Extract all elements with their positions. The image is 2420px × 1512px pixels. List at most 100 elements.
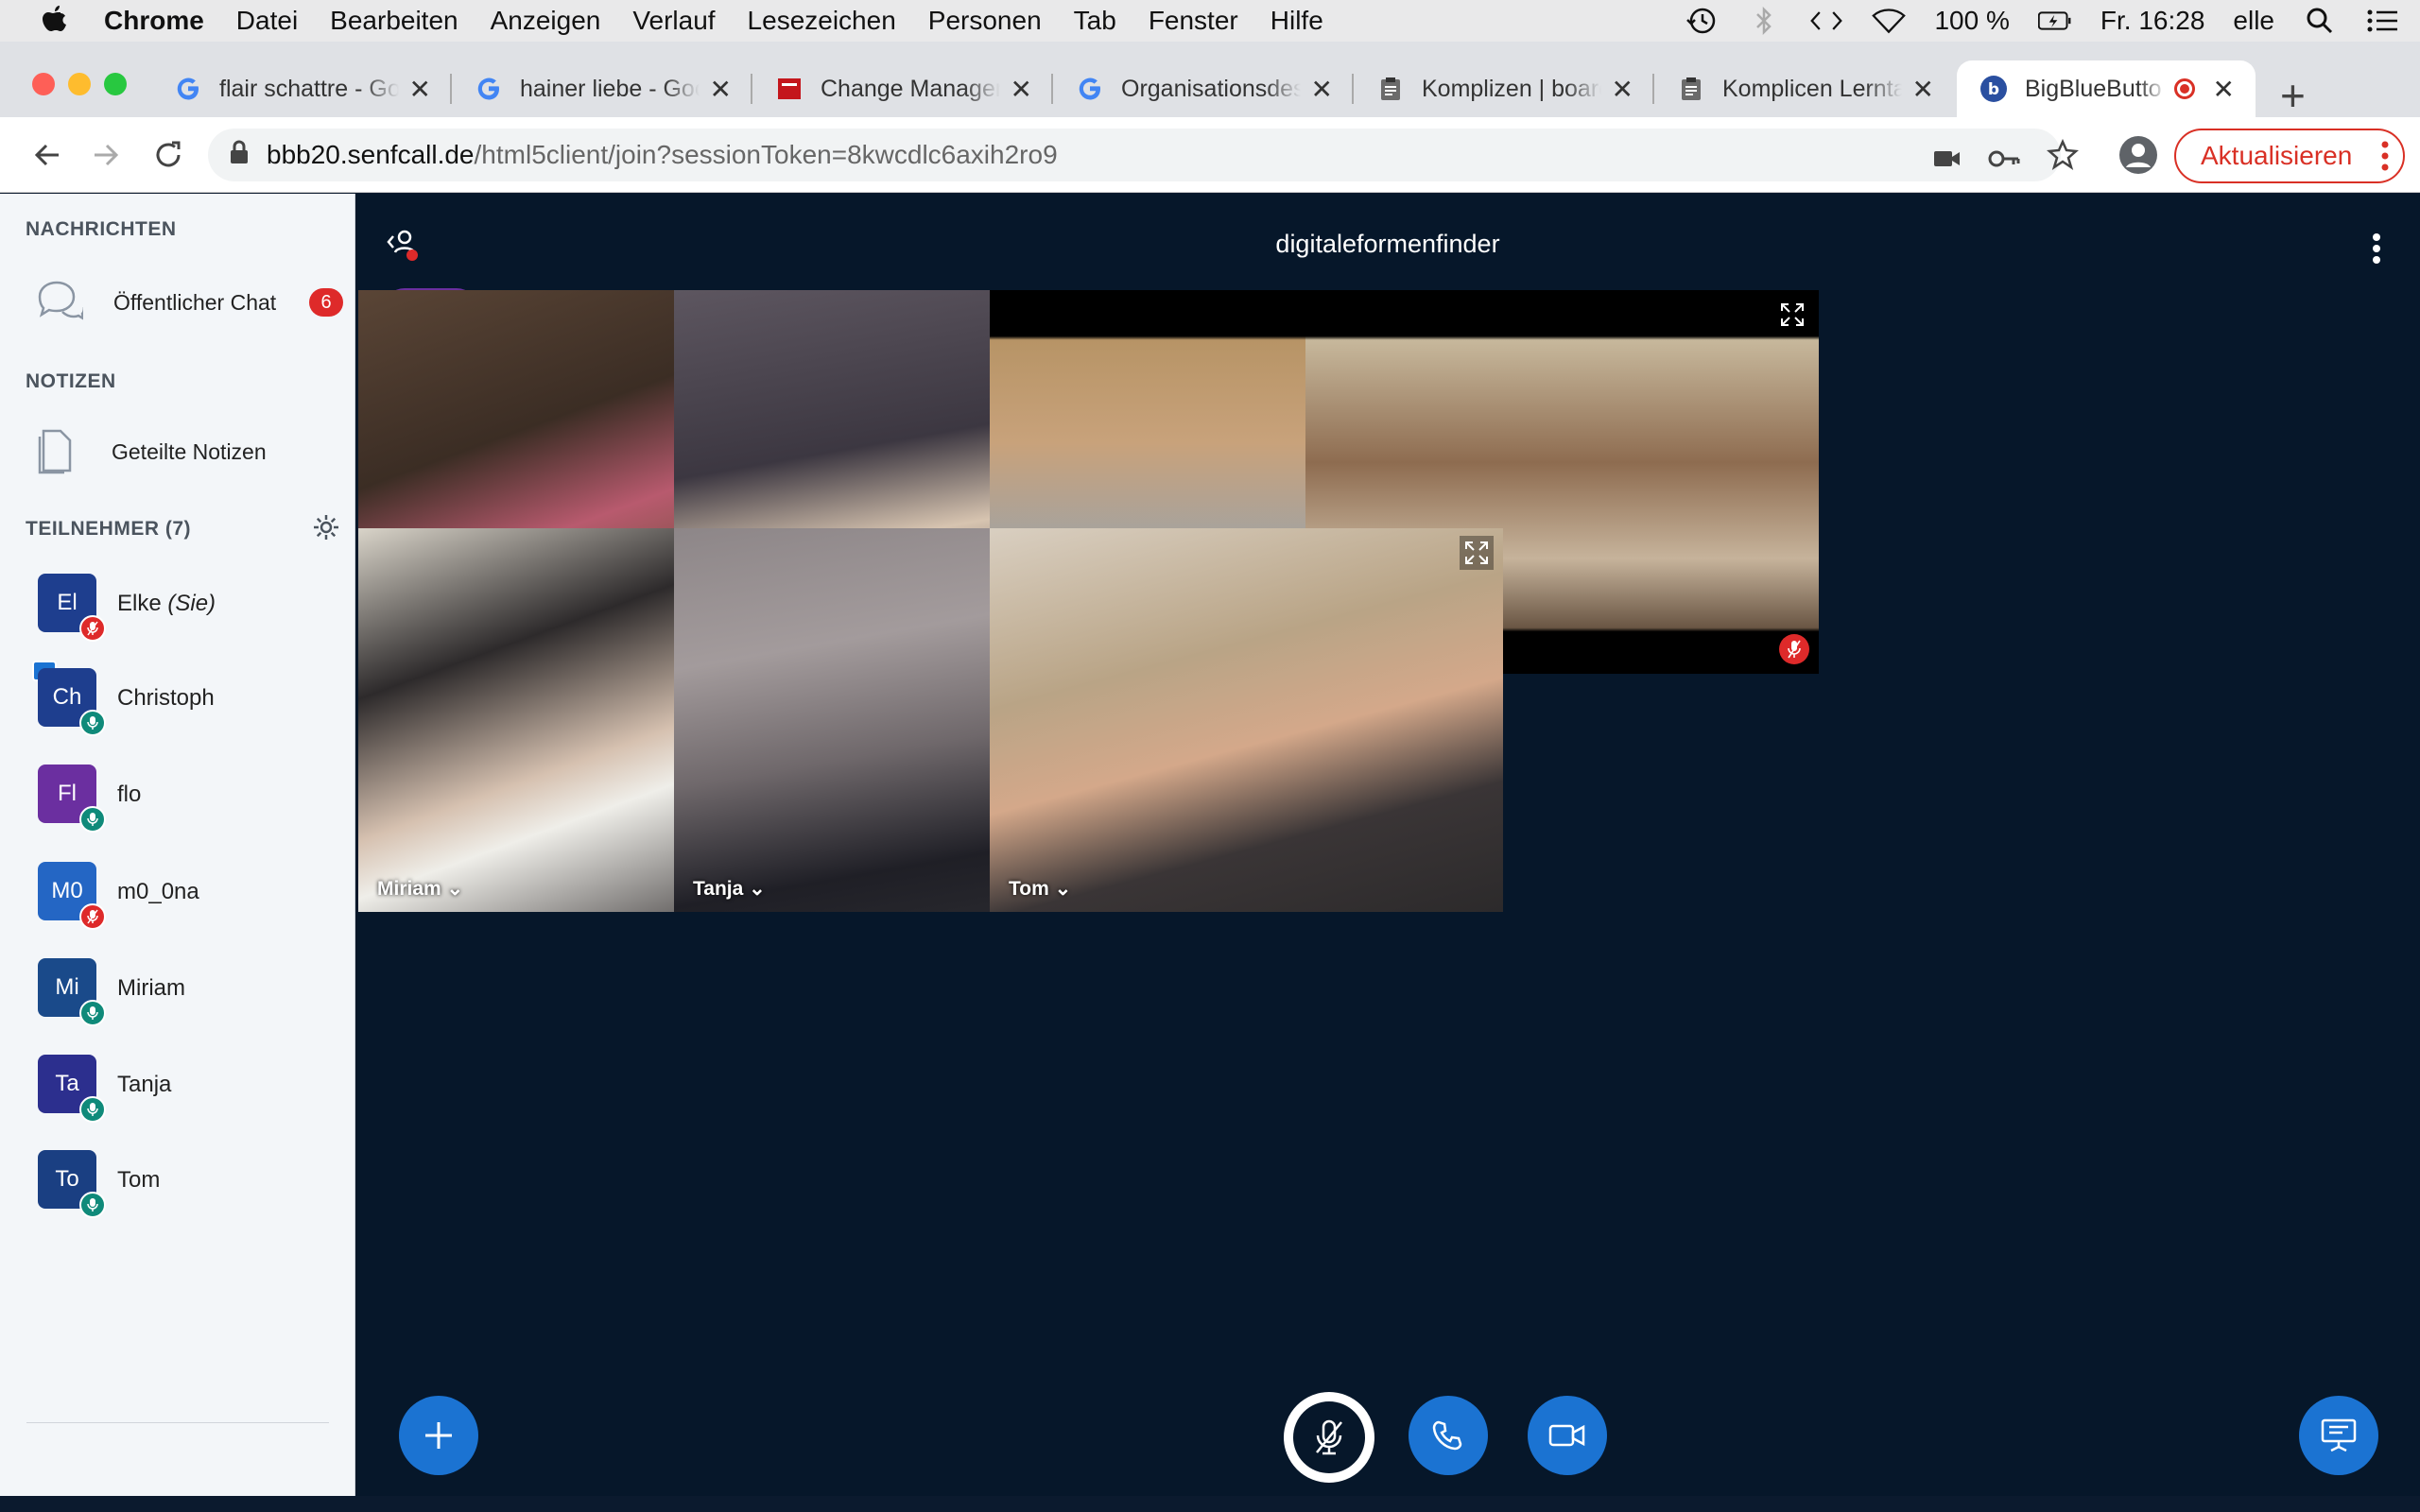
close-tab-icon[interactable]: ✕ bbox=[1612, 74, 1634, 105]
tab-title: Komplizen | board bbox=[1422, 75, 1601, 102]
video-user-name[interactable]: Tanja ⌄ bbox=[693, 877, 766, 901]
lock-icon[interactable] bbox=[229, 140, 250, 171]
battery-icon[interactable] bbox=[2037, 7, 2072, 35]
more-vertical-icon[interactable] bbox=[2380, 140, 2390, 179]
close-tab-icon[interactable]: ✕ bbox=[1912, 74, 1934, 105]
clock[interactable]: Fr. 16:28 bbox=[2100, 6, 2205, 36]
menu-bearbeiten[interactable]: Bearbeiten bbox=[330, 6, 458, 36]
menu-datei[interactable]: Datei bbox=[236, 6, 298, 36]
bbb-sidebar: NACHRICHTEN Öffentlicher Chat 6 NOTIZEN … bbox=[0, 194, 355, 1496]
chevron-down-icon: ⌄ bbox=[446, 878, 464, 900]
key-icon[interactable] bbox=[1985, 140, 2023, 178]
menu-lesezeichen[interactable]: Lesezeichen bbox=[748, 6, 896, 36]
avatar: Fl bbox=[38, 765, 106, 833]
avatar: M0 bbox=[38, 862, 106, 930]
address-bar[interactable]: bbb20.senfcall.de/html5client/join?sessi… bbox=[208, 129, 2061, 181]
options-menu-icon[interactable] bbox=[2371, 232, 2382, 270]
time-machine-icon[interactable] bbox=[1685, 7, 1719, 35]
participant-row[interactable]: Ta Tanja bbox=[0, 1043, 355, 1128]
video-user-name-text: Miriam bbox=[377, 878, 441, 900]
participant-row[interactable]: Mi Miriam bbox=[0, 947, 355, 1032]
spotlight-search-icon[interactable] bbox=[2303, 7, 2337, 35]
participant-row[interactable]: Fl flo bbox=[0, 753, 355, 838]
mic-on-icon bbox=[79, 1192, 106, 1218]
mic-muted-icon bbox=[1779, 634, 1809, 664]
avatar: El bbox=[38, 574, 106, 642]
fullscreen-icon[interactable] bbox=[1460, 536, 1494, 570]
tab-komplicen-lerntag[interactable]: Komplicen Lernta ✕ bbox=[1654, 60, 1955, 117]
video-user-name[interactable]: Tom ⌄ bbox=[1009, 877, 1071, 901]
close-tab-icon[interactable]: ✕ bbox=[2213, 74, 2235, 105]
video-user-name-text: Tanja bbox=[693, 878, 744, 900]
code-arrows-icon[interactable] bbox=[1809, 7, 1843, 35]
participant-self-tag: (Sie) bbox=[167, 591, 216, 616]
tab-hainer-liebe[interactable]: hainer liebe - Goo ✕ bbox=[452, 60, 752, 117]
close-tab-icon[interactable]: ✕ bbox=[409, 74, 431, 105]
url-path: /html5client/join?sessionToken=8kwcdlc6a… bbox=[474, 140, 1058, 169]
user-menu[interactable]: elle bbox=[2233, 6, 2274, 36]
apple-icon[interactable] bbox=[36, 2, 74, 40]
tab-change-management[interactable]: Change Managemen ✕ bbox=[752, 60, 1053, 117]
notes-heading: NOTIZEN bbox=[26, 370, 116, 392]
menu-fenster[interactable]: Fenster bbox=[1149, 6, 1238, 36]
participant-name: Tanja bbox=[117, 1072, 171, 1098]
avatar-initials: M0 bbox=[51, 878, 83, 903]
menu-anzeigen[interactable]: Anzeigen bbox=[491, 6, 601, 36]
tab-organisationsdesign[interactable]: Organisationsdesi ✕ bbox=[1053, 60, 1354, 117]
chat-icon bbox=[34, 278, 86, 328]
minimize-window-button[interactable] bbox=[68, 73, 91, 95]
menu-verlauf[interactable]: Verlauf bbox=[632, 6, 715, 36]
wifi-icon[interactable] bbox=[1872, 7, 1907, 35]
notes-document-icon bbox=[36, 425, 74, 479]
notification-center-icon[interactable] bbox=[2365, 7, 2399, 35]
close-tab-icon[interactable]: ✕ bbox=[710, 74, 732, 105]
participant-name: Miriam bbox=[117, 975, 185, 1002]
avatar-initials: Ta bbox=[55, 1071, 79, 1096]
bluetooth-icon[interactable] bbox=[1747, 7, 1781, 35]
participant-name: flo bbox=[117, 782, 141, 808]
zoom-window-button[interactable] bbox=[104, 73, 127, 95]
profile-avatar-icon[interactable] bbox=[2118, 134, 2159, 176]
video-user-name[interactable]: Miriam ⌄ bbox=[377, 877, 463, 901]
shared-notes-item[interactable]: Geteilte Notizen bbox=[0, 419, 355, 485]
tab-flair-schattre[interactable]: flair schattre - Go ✕ bbox=[151, 60, 452, 117]
settings-gear-icon[interactable] bbox=[312, 513, 340, 546]
menu-personen[interactable]: Personen bbox=[928, 6, 1042, 36]
new-tab-button[interactable]: + bbox=[2280, 70, 2306, 121]
update-chrome-button[interactable]: Aktualisieren bbox=[2174, 129, 2405, 183]
public-chat-item[interactable]: Öffentlicher Chat 6 bbox=[0, 269, 355, 335]
forward-button[interactable] bbox=[85, 134, 127, 176]
participant-row[interactable]: To Tom bbox=[0, 1139, 355, 1224]
google-icon bbox=[475, 75, 503, 103]
svg-text:b: b bbox=[1988, 80, 1999, 99]
clipboard-icon bbox=[1376, 75, 1405, 103]
share-webcam-button[interactable] bbox=[1528, 1396, 1607, 1475]
menu-tab[interactable]: Tab bbox=[1074, 6, 1116, 36]
actions-plus-button[interactable] bbox=[399, 1396, 478, 1475]
close-tab-icon[interactable]: ✕ bbox=[1011, 74, 1032, 105]
mic-on-icon bbox=[79, 1000, 106, 1026]
menu-app-chrome[interactable]: Chrome bbox=[104, 6, 204, 36]
menu-hilfe[interactable]: Hilfe bbox=[1270, 6, 1323, 36]
presentation-button[interactable] bbox=[2299, 1396, 2378, 1475]
participant-row[interactable]: Ch Christoph bbox=[0, 657, 355, 742]
avatar-initials: Fl bbox=[58, 781, 77, 806]
tab-komplizen-board[interactable]: Komplizen | board ✕ bbox=[1354, 60, 1654, 117]
camera-in-use-icon[interactable] bbox=[1928, 140, 1966, 178]
video-tile[interactable]: Tom ⌄ bbox=[990, 528, 1503, 912]
close-tab-icon[interactable]: ✕ bbox=[1311, 74, 1333, 105]
leave-audio-button[interactable] bbox=[1409, 1396, 1488, 1475]
participant-row[interactable]: El Elke (Sie) bbox=[0, 562, 355, 647]
reload-button[interactable] bbox=[147, 134, 189, 176]
bookmark-star-icon[interactable] bbox=[2042, 134, 2083, 176]
fullscreen-icon[interactable] bbox=[1775, 298, 1809, 332]
close-window-button[interactable] bbox=[32, 73, 55, 95]
bbb-main: digitaleformenfinder flo Elke ⌄Christoph… bbox=[355, 194, 2420, 1496]
mic-muted-icon bbox=[79, 903, 106, 930]
back-button[interactable] bbox=[26, 134, 68, 176]
avatar: Ta bbox=[38, 1055, 106, 1123]
mute-microphone-button[interactable] bbox=[1284, 1392, 1374, 1483]
tab-bigbluebutton[interactable]: b BigBlueButto ✕ bbox=[1957, 60, 2256, 117]
participant-row[interactable]: M0 m0_0na bbox=[0, 850, 355, 936]
participant-name-text: Elke bbox=[117, 591, 162, 616]
